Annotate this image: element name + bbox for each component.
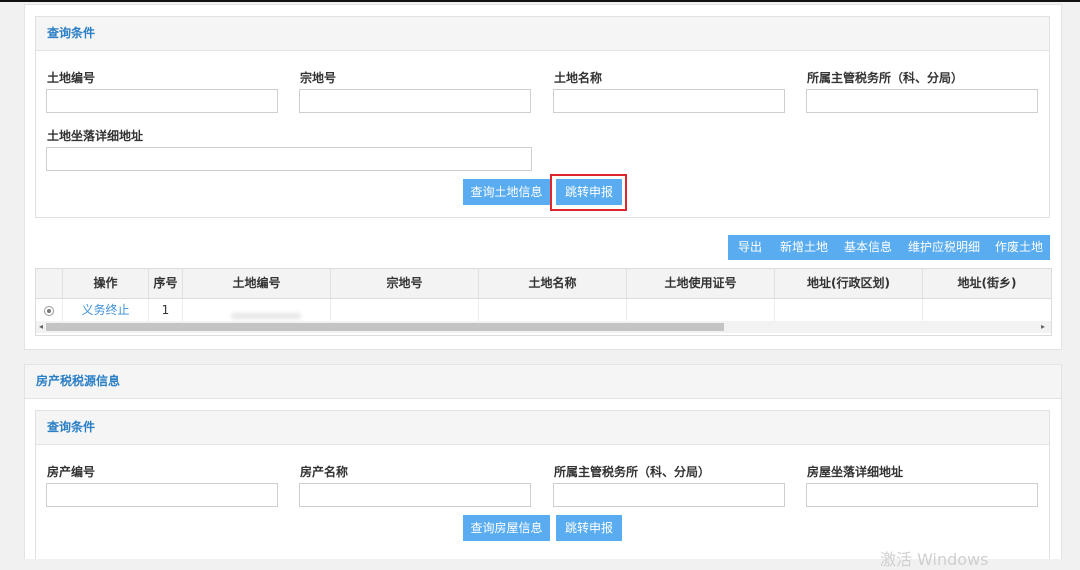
- land-query-title: 查询条件: [36, 17, 1049, 51]
- row-parcel-number: [331, 299, 479, 321]
- windows-watermark: 激活 Windows: [880, 550, 989, 569]
- col-land-cert: 土地使用证号: [627, 269, 775, 298]
- query-house-button[interactable]: 查询房屋信息: [463, 515, 550, 541]
- row-land-cert: [627, 299, 775, 321]
- land-number-label: 土地编号: [47, 71, 96, 85]
- house-address-label: 房屋坐落详细地址: [807, 465, 904, 479]
- land-number-input[interactable]: [46, 89, 278, 113]
- row-address-street: [923, 299, 1051, 321]
- horizontal-scrollbar[interactable]: ◂ ▸: [36, 321, 1051, 333]
- scroll-right-icon[interactable]: ▸: [1041, 321, 1045, 333]
- house-number-input[interactable]: [46, 483, 278, 507]
- export-button[interactable]: 导出: [728, 235, 772, 260]
- parcel-number-label: 宗地号: [300, 71, 337, 85]
- query-land-button[interactable]: 查询土地信息: [463, 179, 550, 205]
- col-address-district: 地址(行政区划): [775, 269, 923, 298]
- house-address-input[interactable]: [806, 483, 1038, 507]
- col-action: 操作: [63, 269, 149, 298]
- redacted-text: [231, 313, 301, 319]
- scroll-thumb[interactable]: [46, 323, 724, 331]
- col-index: 序号: [149, 269, 183, 298]
- basic-info-button[interactable]: 基本信息: [838, 235, 898, 260]
- house-jump-declare-button[interactable]: 跳转申报: [556, 515, 622, 541]
- house-name-input[interactable]: [299, 483, 531, 507]
- house-section-title: 房产税税源信息: [25, 365, 1061, 399]
- row-action-link[interactable]: 义务终止: [63, 299, 149, 321]
- tax-office-input[interactable]: [806, 89, 1038, 113]
- land-table: 操作 序号 土地编号 宗地号 土地名称 土地使用证号 地址(行政区划) 地址(街…: [35, 268, 1052, 336]
- col-land-number: 土地编号: [183, 269, 331, 298]
- house-query-panel: 查询条件 房产编号 房产名称 所属主管税务所（科、分局） 房屋坐落详细地址 查询…: [35, 410, 1050, 559]
- house-query-title: 查询条件: [36, 411, 1049, 445]
- col-land-name: 土地名称: [479, 269, 627, 298]
- table-row[interactable]: 义务终止 1: [36, 299, 1051, 321]
- window-top-border: [0, 0, 1080, 2]
- land-toolbar: 导出 新增土地 基本信息 维护应税明细 作废土地: [728, 235, 1050, 260]
- highlight-box: [550, 174, 627, 211]
- land-address-input[interactable]: [46, 147, 532, 171]
- void-land-button[interactable]: 作废土地: [988, 235, 1050, 260]
- row-select-radio[interactable]: [36, 299, 63, 321]
- house-name-label: 房产名称: [300, 465, 349, 479]
- row-address-district: [775, 299, 923, 321]
- tax-office-label: 所属主管税务所（科、分局）: [807, 71, 964, 85]
- table-header: 操作 序号 土地编号 宗地号 土地名称 土地使用证号 地址(行政区划) 地址(街…: [36, 269, 1051, 299]
- add-land-button[interactable]: 新增土地: [774, 235, 834, 260]
- land-name-label: 土地名称: [554, 71, 603, 85]
- land-query-panel: 查询条件 土地编号 宗地号 土地名称 所属主管税务所（科、分局） 土地坐落详细地…: [35, 16, 1050, 218]
- row-land-name: [479, 299, 627, 321]
- maintain-taxable-button[interactable]: 维护应税明细: [902, 235, 986, 260]
- parcel-number-input[interactable]: [299, 89, 531, 113]
- col-select: [36, 269, 63, 298]
- house-number-label: 房产编号: [47, 465, 96, 479]
- col-address-street: 地址(街乡): [957, 276, 1017, 290]
- house-tax-office-input[interactable]: [553, 483, 785, 507]
- row-index: 1: [149, 299, 183, 321]
- house-tax-office-label: 所属主管税务所（科、分局）: [554, 465, 711, 479]
- land-name-input[interactable]: [553, 89, 785, 113]
- land-address-label: 土地坐落详细地址: [47, 129, 144, 143]
- col-parcel-number: 宗地号: [331, 269, 479, 298]
- scroll-left-icon[interactable]: ◂: [39, 321, 43, 333]
